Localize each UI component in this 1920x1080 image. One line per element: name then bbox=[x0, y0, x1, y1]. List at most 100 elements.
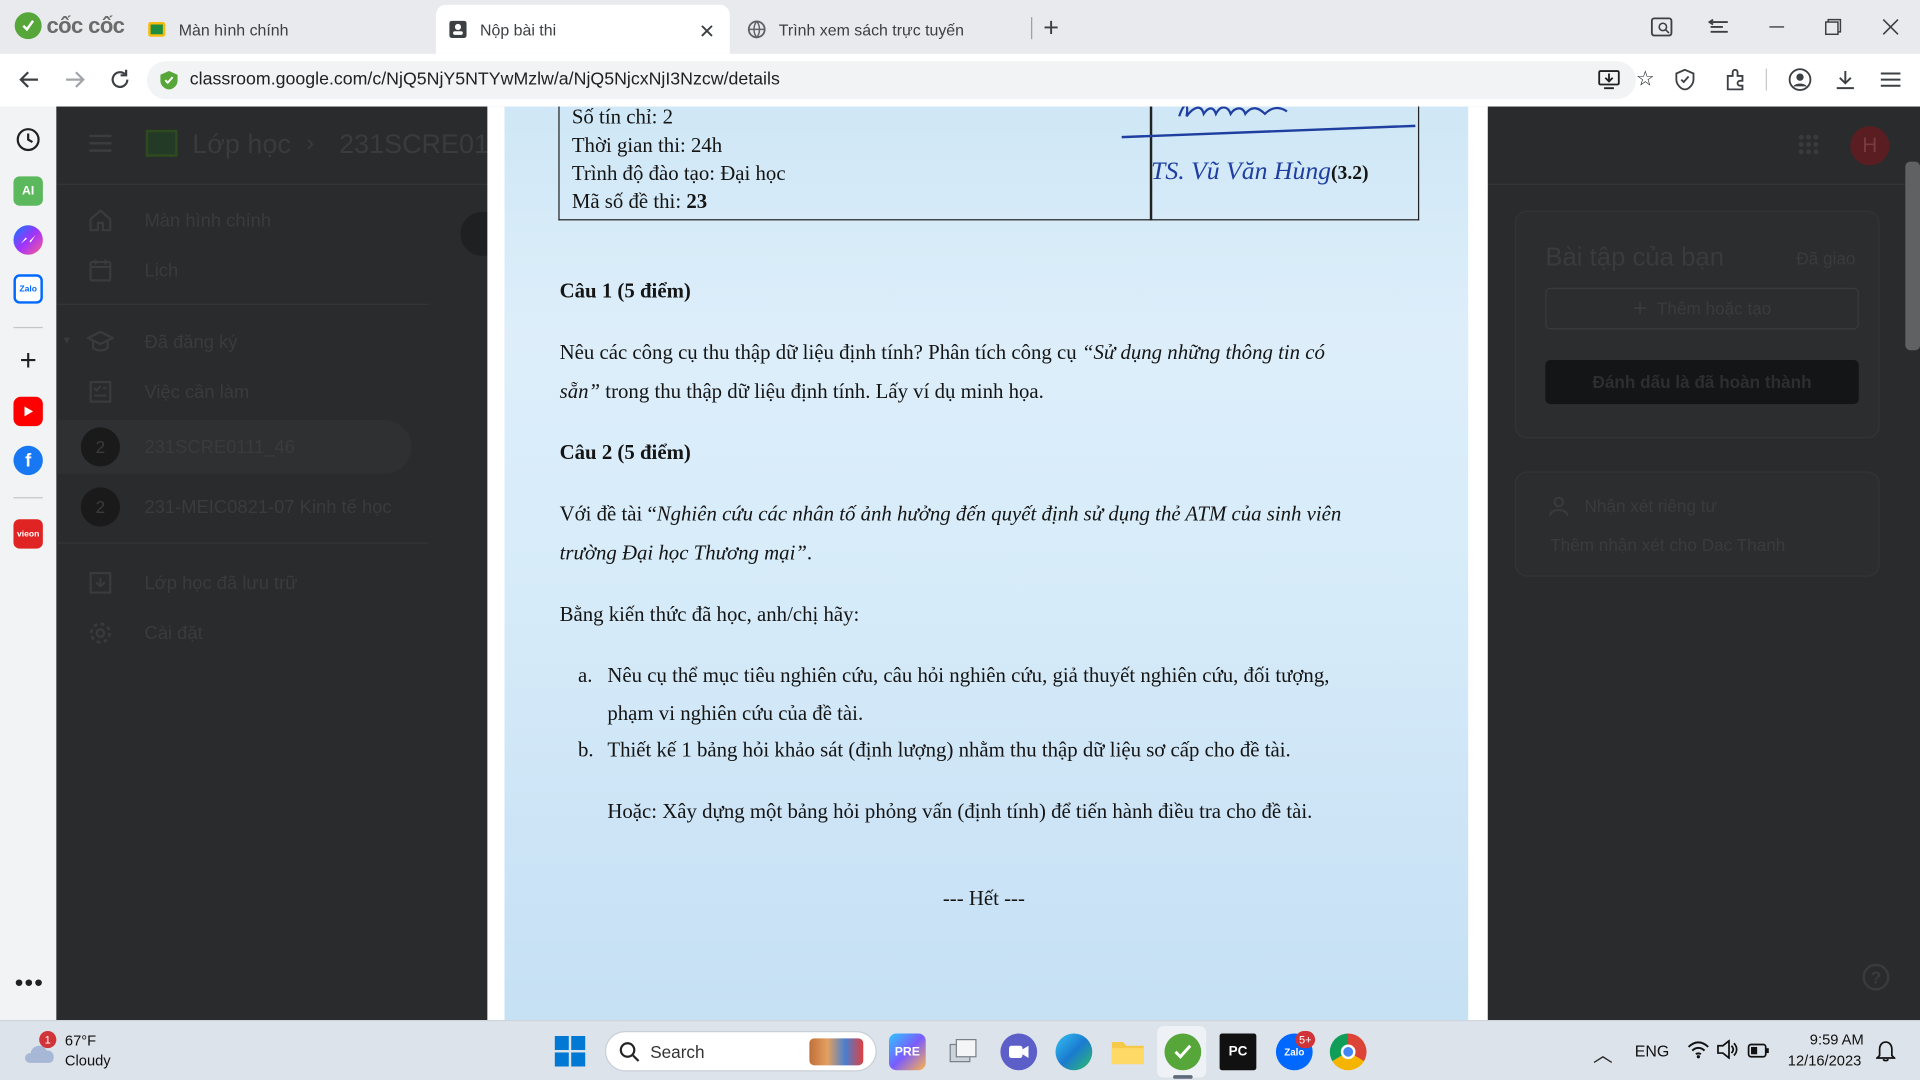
q1-text: Nêu các công cụ thu thập dữ liệu định tí… bbox=[559, 340, 1082, 364]
help-icon[interactable]: ? bbox=[1862, 963, 1890, 991]
copilot-app-icon[interactable]: PRE bbox=[888, 1033, 926, 1071]
active-indicator bbox=[1173, 1075, 1193, 1079]
tab-submit-exam[interactable]: Nộp bài thi ✕ bbox=[435, 4, 730, 54]
apps-grid-icon[interactable] bbox=[1798, 133, 1820, 161]
taskbar-search-box[interactable]: Search bbox=[604, 1031, 877, 1072]
work-status: Đã giao bbox=[1796, 248, 1856, 269]
question1-line2: sẵn” trong thu thập dữ liệu định tính. L… bbox=[560, 380, 1044, 404]
input-language[interactable]: ENG bbox=[1635, 1042, 1669, 1060]
question1-line1: Nêu các công cụ thu thập dữ liệu định tí… bbox=[560, 340, 1325, 364]
search-highlight-icon bbox=[809, 1038, 864, 1066]
volume-icon[interactable] bbox=[1717, 1039, 1739, 1066]
add-app-icon[interactable]: + bbox=[13, 344, 42, 377]
button-label: Thêm hoặc tạo bbox=[1656, 298, 1772, 319]
search-icon bbox=[618, 1041, 640, 1069]
install-app-icon[interactable] bbox=[1598, 69, 1620, 97]
nav-class-231SCRE0111[interactable]: 2 231SCRE0111_46 bbox=[80, 422, 295, 471]
user-avatar[interactable]: H bbox=[1850, 126, 1890, 166]
minimize-icon[interactable] bbox=[1765, 15, 1789, 39]
private-comments-panel: Nhận xét riêng tư Thêm nhận xét cho Dac … bbox=[1514, 471, 1880, 577]
vieon-icon[interactable]: vieon bbox=[13, 519, 43, 549]
browser-brand: cốc cốc bbox=[46, 12, 125, 38]
forward-icon[interactable] bbox=[61, 66, 88, 93]
adblock-shield-icon[interactable] bbox=[1675, 68, 1695, 97]
wifi-icon[interactable] bbox=[1687, 1040, 1709, 1066]
address-bar[interactable]: classroom.google.com/c/NjQ5NjY5NTYwMzlw/… bbox=[146, 61, 1695, 100]
file-explorer-icon[interactable] bbox=[1109, 1033, 1146, 1070]
bookmark-star-icon[interactable]: ☆ bbox=[1636, 67, 1655, 91]
clock-time[interactable]: 9:59 AM bbox=[1810, 1031, 1864, 1048]
q2-period: . bbox=[806, 541, 813, 565]
page-scrollbar[interactable] bbox=[1905, 161, 1920, 351]
settings-gear-icon bbox=[86, 618, 115, 647]
graduation-cap-icon bbox=[86, 327, 115, 356]
secure-shield-icon[interactable] bbox=[159, 70, 179, 97]
restore-icon[interactable] bbox=[1821, 15, 1845, 39]
assignment-favicon-icon bbox=[448, 20, 468, 40]
nav-settings[interactable]: Cài đặt bbox=[86, 609, 203, 658]
nav-todo[interactable]: Việc cần làm bbox=[86, 367, 249, 416]
back-icon[interactable] bbox=[16, 66, 43, 93]
clock-date[interactable]: 12/16/2023 bbox=[1788, 1052, 1862, 1069]
ai-assistant-icon[interactable]: AI bbox=[13, 176, 43, 206]
close-window-icon[interactable] bbox=[1878, 15, 1902, 39]
coccoc-logo-icon bbox=[14, 12, 42, 40]
edge-icon[interactable] bbox=[1055, 1033, 1093, 1071]
windows-taskbar: 1 67°F Cloudy Search PRE PC Zalo 5+ ︿ EN… bbox=[0, 1020, 1920, 1080]
nav-label: 231SCRE0111_46 bbox=[144, 436, 295, 458]
hamburger-icon[interactable] bbox=[88, 133, 112, 159]
menu-icon[interactable] bbox=[1877, 66, 1904, 93]
messenger-icon[interactable] bbox=[13, 225, 43, 255]
chrome-center-icon bbox=[1340, 1044, 1356, 1060]
add-or-create-button[interactable]: + Thêm hoặc tạo bbox=[1545, 287, 1859, 330]
start-button[interactable] bbox=[554, 1035, 586, 1073]
button-label: Đánh dấu là đã hoàn thành bbox=[1592, 372, 1812, 392]
nav-label: Cài đặt bbox=[144, 622, 203, 644]
more-apps-icon[interactable]: ••• bbox=[15, 970, 44, 998]
show-hidden-icons[interactable]: ︿ bbox=[1593, 1038, 1613, 1067]
add-private-comment-link[interactable]: Thêm nhận xét cho Dac Thanh bbox=[1550, 535, 1785, 555]
new-tab-icon[interactable]: + bbox=[1043, 12, 1059, 44]
battery-icon[interactable] bbox=[1747, 1042, 1769, 1064]
nav-calendar[interactable]: Lịch bbox=[86, 246, 178, 295]
youtube-icon[interactable] bbox=[13, 396, 43, 427]
url-text[interactable]: classroom.google.com/c/NjQ5NjY5NTYwMzlw/… bbox=[190, 70, 780, 90]
reader-mode-icon[interactable] bbox=[1649, 15, 1673, 39]
weather-badge: 1 bbox=[39, 1031, 57, 1049]
nav-divider bbox=[56, 303, 429, 305]
teams-icon[interactable] bbox=[1000, 1033, 1038, 1071]
notification-bell-icon[interactable] bbox=[1875, 1040, 1897, 1068]
facebook-icon[interactable]: f bbox=[13, 445, 43, 476]
expand-caret-icon[interactable]: ▾ bbox=[64, 334, 70, 347]
browser-logo[interactable]: cốc cốc bbox=[14, 12, 125, 40]
question2-heading: Câu 2 (5 điểm) bbox=[559, 440, 691, 465]
course-breadcrumb[interactable]: 231SCRE011 bbox=[339, 129, 502, 161]
history-icon[interactable] bbox=[13, 125, 42, 154]
nav-enrolled[interactable]: Đã đăng ký bbox=[86, 317, 237, 366]
app-title[interactable]: Lớp học bbox=[192, 129, 291, 161]
extensions-icon[interactable] bbox=[1722, 66, 1749, 93]
credits-line: Số tín chỉ: 2 bbox=[571, 106, 674, 129]
tab-search-icon[interactable] bbox=[1707, 15, 1731, 39]
nav-class-231-MEIC0821[interactable]: 2 231-MEIC0821-07 Kinh tế học bbox=[80, 482, 392, 531]
weather-desc: Cloudy bbox=[64, 1051, 111, 1069]
mark-as-done-button[interactable]: Đánh dấu là đã hoàn thành bbox=[1545, 360, 1859, 405]
question2-instruction: Bằng kiến thức đã học, anh/chị hãy: bbox=[559, 602, 860, 626]
nav-home[interactable]: Màn hình chính bbox=[86, 196, 271, 245]
tab-book-viewer[interactable]: Trình xem sách trực tuyến bbox=[735, 5, 1029, 54]
reload-icon[interactable] bbox=[107, 66, 134, 93]
duration-line: Thời gian thi: 24h bbox=[571, 133, 723, 157]
task-view-icon[interactable] bbox=[945, 1033, 982, 1070]
tab-home[interactable]: Màn hình chính bbox=[135, 5, 429, 54]
download-icon[interactable] bbox=[1832, 66, 1859, 93]
coccoc-taskbar-icon[interactable] bbox=[1164, 1033, 1202, 1071]
profile-icon[interactable] bbox=[1787, 66, 1814, 93]
chrome-icon[interactable] bbox=[1329, 1033, 1367, 1071]
your-work-panel: Bài tập của bạn Đã giao + Thêm hoặc tạo … bbox=[1514, 210, 1880, 439]
close-tab-icon[interactable]: ✕ bbox=[699, 20, 715, 44]
globe-icon bbox=[747, 20, 767, 40]
weather-widget[interactable]: 1 67°F Cloudy bbox=[22, 1031, 169, 1073]
pycharm-icon[interactable]: PC bbox=[1219, 1033, 1257, 1071]
zalo-icon[interactable]: Zalo bbox=[13, 274, 43, 304]
nav-archived[interactable]: Lớp học đã lưu trữ bbox=[86, 558, 298, 607]
